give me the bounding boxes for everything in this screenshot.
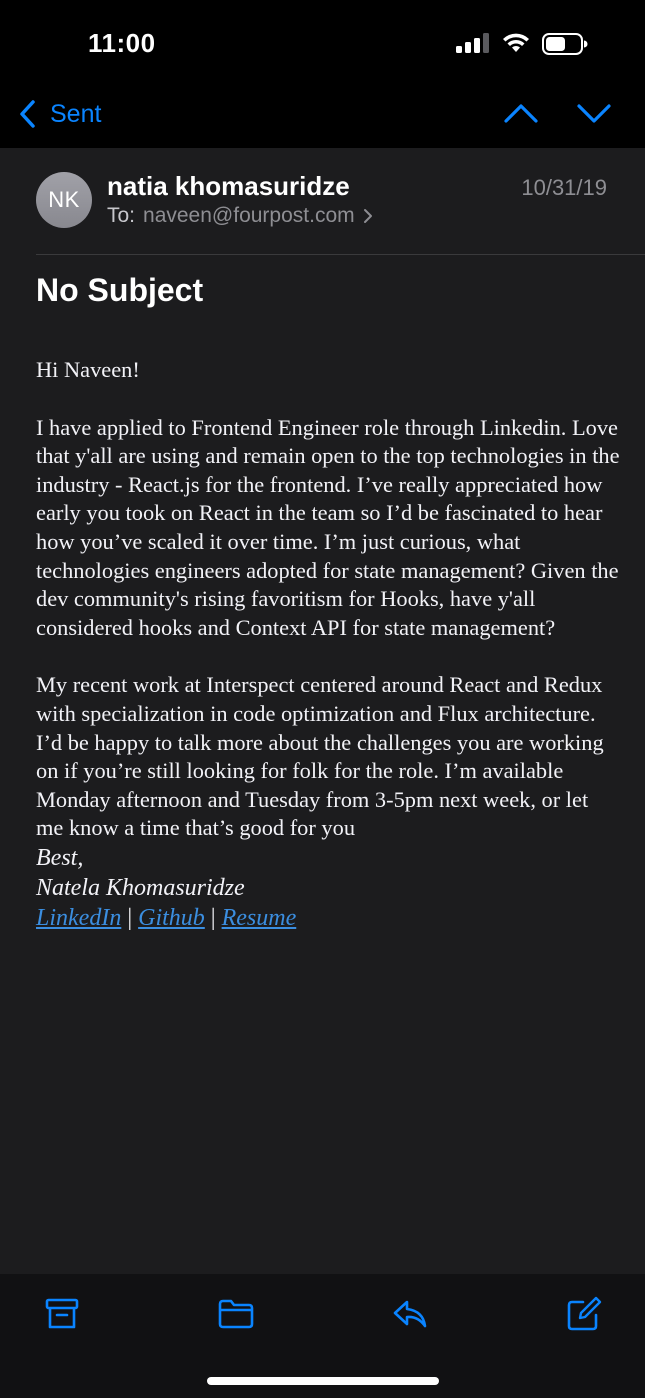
- email-view: NK natia khomasuridze 10/31/19 To: navee…: [0, 148, 645, 1274]
- battery-icon: [542, 33, 588, 55]
- compose-icon[interactable]: [566, 1296, 602, 1332]
- cellular-signal-icon: [456, 33, 492, 53]
- signature-name: Natela Khomasuridze: [36, 874, 245, 901]
- greeting: Hi Naveen!: [36, 357, 140, 382]
- back-button[interactable]: Sent: [18, 98, 101, 130]
- email-body: Hi Naveen! I have applied to Frontend En…: [36, 356, 621, 933]
- chevron-left-icon: [20, 100, 35, 128]
- to-label: To:: [107, 204, 136, 227]
- signature-links: LinkedIn | Github | Resume: [36, 903, 621, 933]
- body-paragraph-2: My recent work at Interspect centered ar…: [36, 672, 604, 841]
- recipient-line[interactable]: To: naveen@fourpost.com: [107, 204, 373, 228]
- back-label: Sent: [50, 99, 102, 128]
- chevron-right-icon: [363, 209, 372, 223]
- home-indicator[interactable]: [207, 1377, 439, 1385]
- email-date: 10/31/19: [521, 175, 607, 200]
- link-separator: |: [210, 904, 216, 931]
- status-bar: 11:00: [0, 0, 645, 88]
- body-paragraph-1: I have applied to Frontend Engineer role…: [36, 414, 620, 640]
- next-message-chevron-down-icon[interactable]: [576, 100, 612, 126]
- status-time: 11:00: [88, 28, 156, 58]
- github-link[interactable]: Github: [138, 905, 205, 931]
- email-subject: No Subject: [36, 272, 204, 308]
- reply-icon[interactable]: [392, 1296, 428, 1332]
- archive-icon[interactable]: [44, 1296, 80, 1332]
- header-divider: [36, 254, 645, 255]
- navigation-bar: Sent: [0, 88, 645, 148]
- resume-link[interactable]: Resume: [222, 905, 297, 931]
- linkedin-link[interactable]: LinkedIn: [36, 905, 121, 931]
- recipient-address[interactable]: naveen@fourpost.com: [143, 204, 355, 228]
- wifi-icon: [503, 33, 529, 52]
- avatar[interactable]: NK: [36, 172, 92, 228]
- link-separator: |: [127, 904, 133, 931]
- sender-name[interactable]: natia khomasuridze: [107, 171, 350, 202]
- signoff: Best,: [36, 844, 84, 871]
- previous-message-chevron-up-icon[interactable]: [503, 100, 539, 126]
- folder-icon[interactable]: [218, 1296, 254, 1332]
